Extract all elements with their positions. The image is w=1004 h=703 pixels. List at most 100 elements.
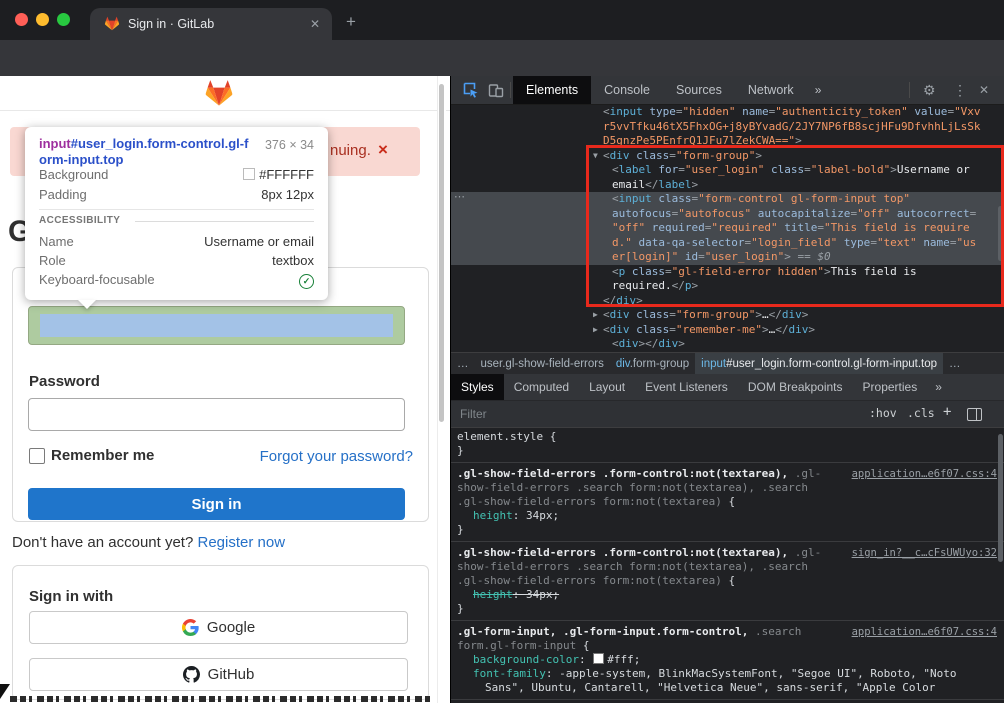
- css-line[interactable]: background-color: #fff;: [457, 653, 999, 667]
- minimize-window-button[interactable]: [36, 13, 49, 26]
- styles-scrollbar-thumb[interactable]: [998, 434, 1003, 562]
- gitlab-logo: [204, 79, 234, 107]
- new-style-rule-button[interactable]: +: [943, 404, 951, 420]
- tab-close-icon[interactable]: ✕: [310, 17, 320, 31]
- dom-tree-node[interactable]: <input type="hidden" name="authenticity_…: [451, 105, 1004, 120]
- sidebar-toggle-icon[interactable]: [967, 408, 982, 421]
- dom-tree-node[interactable]: d." data-qa-selector="login_field" type=…: [451, 236, 1004, 251]
- styles-tab-styles[interactable]: Styles: [451, 374, 504, 400]
- styles-tab-layout[interactable]: Layout: [579, 374, 635, 400]
- dom-tree-node[interactable]: <p class="gl-field-error hidden">This fi…: [451, 265, 1004, 280]
- dom-tree-node[interactable]: </div>: [451, 294, 1004, 309]
- css-line[interactable]: }: [457, 523, 999, 537]
- dom-tree-node[interactable]: ▼<div class="form-group">: [451, 149, 1004, 164]
- dom-tree-node[interactable]: ▶<div class="remember-me">…</div>: [451, 323, 1004, 338]
- tooltip-arrow: [78, 300, 96, 309]
- css-line[interactable]: Sans", Ubuntu, Cantarell, "Helvetica Neu…: [457, 681, 999, 695]
- breadcrumb-item[interactable]: …: [451, 353, 475, 375]
- color-swatch: [243, 168, 255, 180]
- styles-filter-input[interactable]: Filter: [460, 407, 487, 421]
- close-window-button[interactable]: [15, 13, 28, 26]
- remember-me-checkbox[interactable]: [29, 448, 45, 464]
- stylesheet-link[interactable]: application…e6f07.css:4: [852, 625, 997, 639]
- dom-tree-node[interactable]: D5gnzPe5PEnfrQ1JFu7lZekCWA==">: [451, 134, 1004, 149]
- css-line[interactable]: element.style {: [457, 430, 999, 444]
- alert-text-partial: nuing.: [330, 142, 371, 159]
- css-line[interactable]: .gl-form-input, .gl-form-input.form-cont…: [457, 625, 999, 639]
- class-toggle-button[interactable]: .cls: [907, 406, 935, 420]
- tooltip-selector-rest: #user_login.form-control.gl-form-input.t…: [39, 136, 248, 167]
- styles-tab-strip: StylesComputedLayoutEvent ListenersDOM B…: [451, 374, 1004, 400]
- register-text: Don't have an account yet?: [12, 534, 198, 551]
- styles-tab-computed[interactable]: Computed: [504, 374, 579, 400]
- username-input-highlighted[interactable]: [28, 306, 405, 345]
- styles-tab-event-listeners[interactable]: Event Listeners: [635, 374, 738, 400]
- dom-tree-node[interactable]: er[login]" id="user_login"> == $0: [451, 250, 1004, 265]
- styles-tabs-overflow-icon[interactable]: »: [927, 380, 950, 394]
- dom-tree-node[interactable]: r5vvTfku46tX5FhxOG+j8yBYvadG/2JY7NP6fB8s…: [451, 120, 1004, 135]
- page-scrollbar[interactable]: [437, 76, 446, 703]
- css-line[interactable]: show-field-errors .search form:not(texta…: [457, 560, 999, 574]
- github-signin-button[interactable]: GitHub: [29, 658, 408, 691]
- hover-state-button[interactable]: :hov: [869, 406, 897, 420]
- devtools-tab-sources[interactable]: Sources: [663, 76, 735, 104]
- sign-in-button[interactable]: Sign in: [28, 488, 405, 520]
- devtools-close-icon[interactable]: ✕: [979, 83, 989, 97]
- breadcrumb-item[interactable]: …: [943, 353, 967, 375]
- page-scrollbar-thumb[interactable]: [439, 84, 444, 422]
- device-toolbar-icon[interactable]: [488, 82, 504, 98]
- css-line[interactable]: .gl-show-field-errors form:not(textarea)…: [457, 574, 999, 588]
- dom-tree-node[interactable]: "off" required="required" title="This fi…: [451, 221, 1004, 236]
- css-rule-block: .gl-show-field-errors .form-control:not(…: [451, 463, 1004, 542]
- css-line[interactable]: height: 34px;: [457, 509, 999, 523]
- stylesheet-link[interactable]: application…e6f07.css:4: [852, 467, 997, 481]
- browser-tab[interactable]: Sign in · GitLab ✕: [90, 8, 332, 40]
- forgot-password-link[interactable]: Forgot your password?: [260, 448, 413, 465]
- css-line[interactable]: }: [457, 602, 999, 616]
- elements-scrollbar-thumb[interactable]: [998, 206, 1003, 261]
- css-line[interactable]: form.gl-form-input {: [457, 639, 999, 653]
- dom-tree-node[interactable]: <div></div>: [451, 337, 1004, 352]
- oauth-title: Sign in with: [29, 588, 113, 605]
- dom-tree-node[interactable]: email</label>: [451, 178, 1004, 193]
- new-tab-button[interactable]: +: [346, 12, 356, 32]
- google-signin-button[interactable]: Google: [29, 611, 408, 644]
- devtools-tabs-overflow-icon[interactable]: »: [807, 83, 830, 97]
- alert-close-icon[interactable]: ×: [378, 140, 388, 160]
- gutter-more-dots[interactable]: ⋯: [454, 190, 466, 203]
- password-input[interactable]: [28, 398, 405, 431]
- dom-tree-node[interactable]: <input class="form-control gl-form-input…: [451, 192, 1004, 207]
- tooltip-focusable-label: Keyboard-focusable: [39, 272, 155, 287]
- styles-tab-dom-breakpoints[interactable]: DOM Breakpoints: [738, 374, 853, 400]
- css-line[interactable]: height: 34px;: [457, 588, 999, 602]
- breadcrumb-item[interactable]: user.gl-show-field-errors: [475, 353, 610, 375]
- stylesheet-link[interactable]: sign_in?__c…cFsUWUyo:32: [852, 546, 997, 560]
- dom-tree-node[interactable]: ▶<div class="form-group">…</div>: [451, 308, 1004, 323]
- mouse-cursor: [0, 684, 10, 699]
- toolbar-separator: [510, 82, 511, 98]
- browser-window: Sign in · GitLab ✕ + ← → ↻ gitlab.com/us…: [0, 0, 1004, 703]
- devtools-settings-icon[interactable]: ⚙: [923, 82, 936, 99]
- devtools-tab-elements[interactable]: Elements: [513, 76, 591, 104]
- css-line[interactable]: }: [457, 444, 999, 458]
- dom-tree-node[interactable]: required.</p>: [451, 279, 1004, 294]
- breadcrumb-item[interactable]: div.form-group: [610, 353, 695, 375]
- styles-tab-properties[interactable]: Properties: [853, 374, 928, 400]
- css-line[interactable]: .gl-show-field-errors .form-control:not(…: [457, 467, 999, 481]
- breadcrumb-item[interactable]: input#user_login.form-control.gl-form-in…: [695, 353, 943, 375]
- css-line[interactable]: show-field-errors .search form:not(texta…: [457, 481, 999, 495]
- devtools-menu-icon[interactable]: ⋮: [953, 82, 967, 99]
- css-line[interactable]: .gl-show-field-errors form:not(textarea)…: [457, 495, 999, 509]
- devtools-tab-network[interactable]: Network: [735, 76, 807, 104]
- css-line[interactable]: .gl-show-field-errors .form-control:not(…: [457, 546, 999, 560]
- dom-tree-node[interactable]: autofocus="autofocus" autocapitalize="of…: [451, 207, 1004, 222]
- inspect-element-icon[interactable]: [463, 82, 479, 98]
- dom-tree-node[interactable]: <label for="user_login" class="label-bol…: [451, 163, 1004, 178]
- gitlab-signin-page: nuing. × G Password Remember me Forgot y…: [0, 76, 450, 703]
- zoom-window-button[interactable]: [57, 13, 70, 26]
- css-line[interactable]: font-family: -apple-system, BlinkMacSyst…: [457, 667, 999, 681]
- tooltip-selector: input#user_login.form-control.gl-form-in…: [39, 136, 254, 168]
- styles-filter-bar: Filter :hov .cls +: [451, 400, 1004, 428]
- register-now-link[interactable]: Register now: [198, 534, 286, 551]
- devtools-tab-console[interactable]: Console: [591, 76, 663, 104]
